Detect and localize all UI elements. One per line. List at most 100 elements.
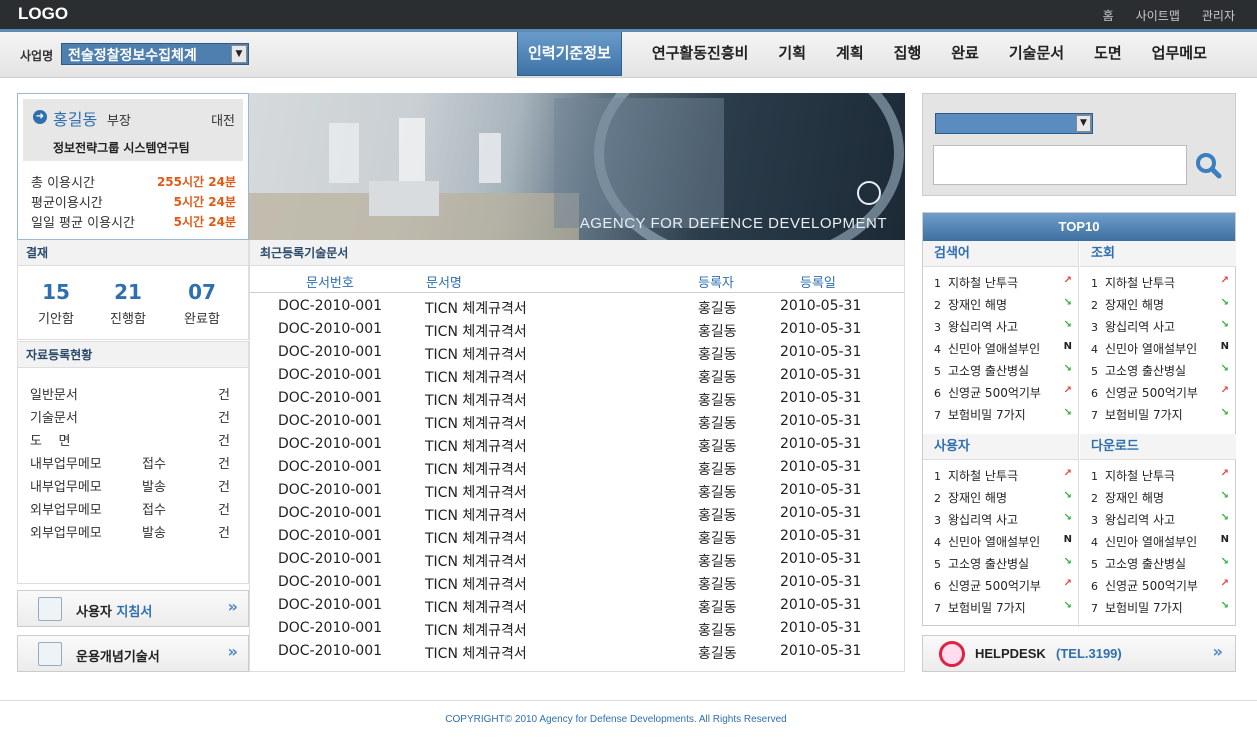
- rank-item[interactable]: 7 보험비밀 7가지 ↘: [1091, 599, 1229, 619]
- rank-item[interactable]: 3 왕십리역 사고 ↘: [934, 511, 1072, 531]
- menu-item-drawings[interactable]: 도면: [1079, 32, 1137, 78]
- table-row[interactable]: DOC-2010-001 TICN 체계규격서 홍길동 2010-05-31: [250, 549, 904, 572]
- rank-item[interactable]: 4 신민아 열애설부인 N: [1091, 533, 1229, 553]
- doc-row[interactable]: 도 면건: [30, 430, 230, 450]
- rank-item[interactable]: 5 고소영 출산병실 ↘: [934, 362, 1072, 382]
- table-row[interactable]: DOC-2010-001 TICN 체계규격서 홍길동 2010-05-31: [250, 618, 904, 641]
- menu-item-personnel[interactable]: 인력기준정보: [517, 32, 622, 76]
- rank-text: 고소영 출산병실: [1105, 557, 1187, 571]
- rank-item[interactable]: 6 신영균 500억기부 ↗: [934, 577, 1072, 597]
- approval-count: 21: [114, 280, 142, 304]
- table-row[interactable]: DOC-2010-001 TICN 체계규격서 홍길동 2010-05-31: [250, 457, 904, 480]
- rank-number: 4: [934, 536, 941, 549]
- rank-item[interactable]: 4 신민아 열애설부인 N: [934, 533, 1072, 553]
- menu-item-research[interactable]: 연구활동진흥비: [637, 32, 764, 78]
- menu-item-complete[interactable]: 완료: [936, 32, 994, 78]
- rank-item[interactable]: 1 지하철 난투극 ↗: [1091, 467, 1229, 487]
- table-row[interactable]: DOC-2010-001 TICN 체계규격서 홍길동 2010-05-31: [250, 296, 904, 319]
- doc-row[interactable]: 외부업무메모 발송 건: [30, 522, 230, 542]
- helpdesk-button[interactable]: HELPDESK (TEL.3199) »: [922, 635, 1236, 672]
- rank-item[interactable]: 6 신영균 500억기부 ↗: [934, 384, 1072, 404]
- table-row[interactable]: DOC-2010-001 TICN 체계규격서 홍길동 2010-05-31: [250, 526, 904, 549]
- rank-item[interactable]: 1 지하철 난투극 ↗: [934, 274, 1072, 294]
- doc-row[interactable]: 일반문서 건: [30, 384, 230, 404]
- stat-label: 평균이용시간: [31, 196, 103, 211]
- sitemap-link[interactable]: 사이트맵: [1136, 7, 1180, 24]
- search-input[interactable]: [933, 145, 1187, 185]
- stat-label: 일일 평균 이용시간: [31, 216, 135, 231]
- recent-tech-docs: 최근등록기술문서 문서번호 문서명 등록자 등록일 DOC-2010-001 TI…: [249, 240, 905, 672]
- rank-text: 보험비밀 7가지: [948, 601, 1026, 615]
- doc-registrant: 홍길동: [698, 324, 737, 340]
- menu-item-memo[interactable]: 업무메모: [1137, 32, 1222, 78]
- search-category-select[interactable]: ▼: [935, 113, 1093, 134]
- doc-number: DOC-2010-001: [278, 574, 383, 590]
- doc-name: TICN 체계규격서: [425, 485, 527, 501]
- rank-text: 장재인 해명: [948, 298, 1008, 312]
- rank-item[interactable]: 7 보험비밀 7가지 ↘: [1091, 406, 1229, 426]
- rank-item[interactable]: 1 지하철 난투극 ↗: [1091, 274, 1229, 294]
- rank-item[interactable]: 4 신민아 열애설부인 N: [934, 340, 1072, 360]
- table-row[interactable]: DOC-2010-001 TICN 체계규격서 홍길동 2010-05-31: [250, 434, 904, 457]
- operation-concept-button[interactable]: 운용개념기술서 »: [17, 635, 249, 672]
- rank-item[interactable]: 6 신영균 500억기부 ↗: [1091, 577, 1229, 597]
- approval-draft[interactable]: 15 기안함: [18, 280, 94, 327]
- table-row[interactable]: DOC-2010-001 TICN 체계규격서 홍길동 2010-05-31: [250, 595, 904, 618]
- menu-item-tech-docs[interactable]: 기술문서: [994, 32, 1079, 78]
- doc-row[interactable]: 내부업무메모 발송 건: [30, 476, 230, 496]
- admin-link[interactable]: 관리자: [1202, 7, 1235, 24]
- rank-item[interactable]: 3 왕십리역 사고 ↘: [1091, 511, 1229, 531]
- rank-text: 신영균 500억기부: [1105, 386, 1198, 400]
- doc-date: 2010-05-31: [780, 413, 862, 429]
- user-guide-button[interactable]: 사용자 지침서 »: [17, 590, 249, 627]
- table-row[interactable]: DOC-2010-001 TICN 체계규격서 홍길동 2010-05-31: [250, 411, 904, 434]
- rank-item[interactable]: 5 고소영 출산병실 ↘: [1091, 362, 1229, 382]
- menu-item-plan[interactable]: 계획: [821, 32, 879, 78]
- logo[interactable]: LOGO: [18, 4, 68, 24]
- stat-value: 5시간 24분: [173, 215, 236, 229]
- rank-item[interactable]: 7 보험비밀 7가지 ↘: [934, 599, 1072, 619]
- doc-row[interactable]: 기술문서 건: [30, 407, 230, 427]
- rank-text: 지하철 난투극: [948, 276, 1019, 290]
- new-badge-icon: N: [1220, 341, 1229, 352]
- doc-date: 2010-05-31: [780, 551, 862, 567]
- rank-number: 2: [934, 299, 941, 312]
- hero-banner: AGENCY FOR DEFENCE DEVELOPMENT: [249, 93, 905, 240]
- rank-item[interactable]: 2 장재인 해명 ↘: [934, 296, 1072, 316]
- rank-item[interactable]: 5 고소영 출산병실 ↘: [1091, 555, 1229, 575]
- table-row[interactable]: DOC-2010-001 TICN 체계규격서 홍길동 2010-05-31: [250, 480, 904, 503]
- doc-row[interactable]: 내부업무메모 접수 건: [30, 453, 230, 473]
- rank-item[interactable]: 3 왕십리역 사고 ↘: [934, 318, 1072, 338]
- table-row[interactable]: DOC-2010-001 TICN 체계규격서 홍길동 2010-05-31: [250, 572, 904, 595]
- rank-item[interactable]: 2 장재인 해명 ↘: [934, 489, 1072, 509]
- menu-item-planning[interactable]: 기획: [763, 32, 821, 78]
- col-reg-date: 등록일: [800, 276, 836, 291]
- table-row[interactable]: DOC-2010-001 TICN 체계규격서 홍길동 2010-05-31: [250, 641, 904, 664]
- rank-item[interactable]: 7 보험비밀 7가지 ↘: [934, 406, 1072, 426]
- rank-item[interactable]: 1 지하철 난투극 ↗: [934, 467, 1072, 487]
- menu-item-execution[interactable]: 집행: [879, 32, 937, 78]
- rank-text: 고소영 출산병실: [948, 557, 1030, 571]
- doc-row[interactable]: 외부업무메모 접수 건: [30, 499, 230, 519]
- business-select[interactable]: 전술정찰정보수집체계 ▼: [61, 43, 249, 65]
- rank-item[interactable]: 2 장재인 해명 ↘: [1091, 489, 1229, 509]
- search-icon[interactable]: [1193, 150, 1223, 180]
- table-row[interactable]: DOC-2010-001 TICN 체계규격서 홍길동 2010-05-31: [250, 319, 904, 342]
- rank-item[interactable]: 5 고소영 출산병실 ↘: [934, 555, 1072, 575]
- table-row[interactable]: DOC-2010-001 TICN 체계규격서 홍길동 2010-05-31: [250, 342, 904, 365]
- rank-item[interactable]: 4 신민아 열애설부인 N: [1091, 340, 1229, 360]
- doc-row-unit: 건: [218, 388, 230, 403]
- table-row[interactable]: DOC-2010-001 TICN 체계규격서 홍길동 2010-05-31: [250, 365, 904, 388]
- table-row[interactable]: DOC-2010-001 TICN 체계규격서 홍길동 2010-05-31: [250, 503, 904, 526]
- rank-item[interactable]: 6 신영균 500억기부 ↗: [1091, 384, 1229, 404]
- rank-panel-title: 검색어: [923, 241, 1078, 267]
- magnifier-icon: [939, 641, 965, 667]
- rank-item[interactable]: 2 장재인 해명 ↘: [1091, 296, 1229, 316]
- home-link[interactable]: 홈: [1103, 7, 1114, 24]
- rank-item[interactable]: 3 왕십리역 사고 ↘: [1091, 318, 1229, 338]
- approval-done[interactable]: 07 완료함: [164, 280, 240, 327]
- approval-in-progress[interactable]: 21 진행함: [90, 280, 166, 327]
- trend-up-icon: ↗: [1063, 468, 1072, 479]
- table-row[interactable]: DOC-2010-001 TICN 체계규격서 홍길동 2010-05-31: [250, 388, 904, 411]
- rank-number: 3: [934, 514, 941, 527]
